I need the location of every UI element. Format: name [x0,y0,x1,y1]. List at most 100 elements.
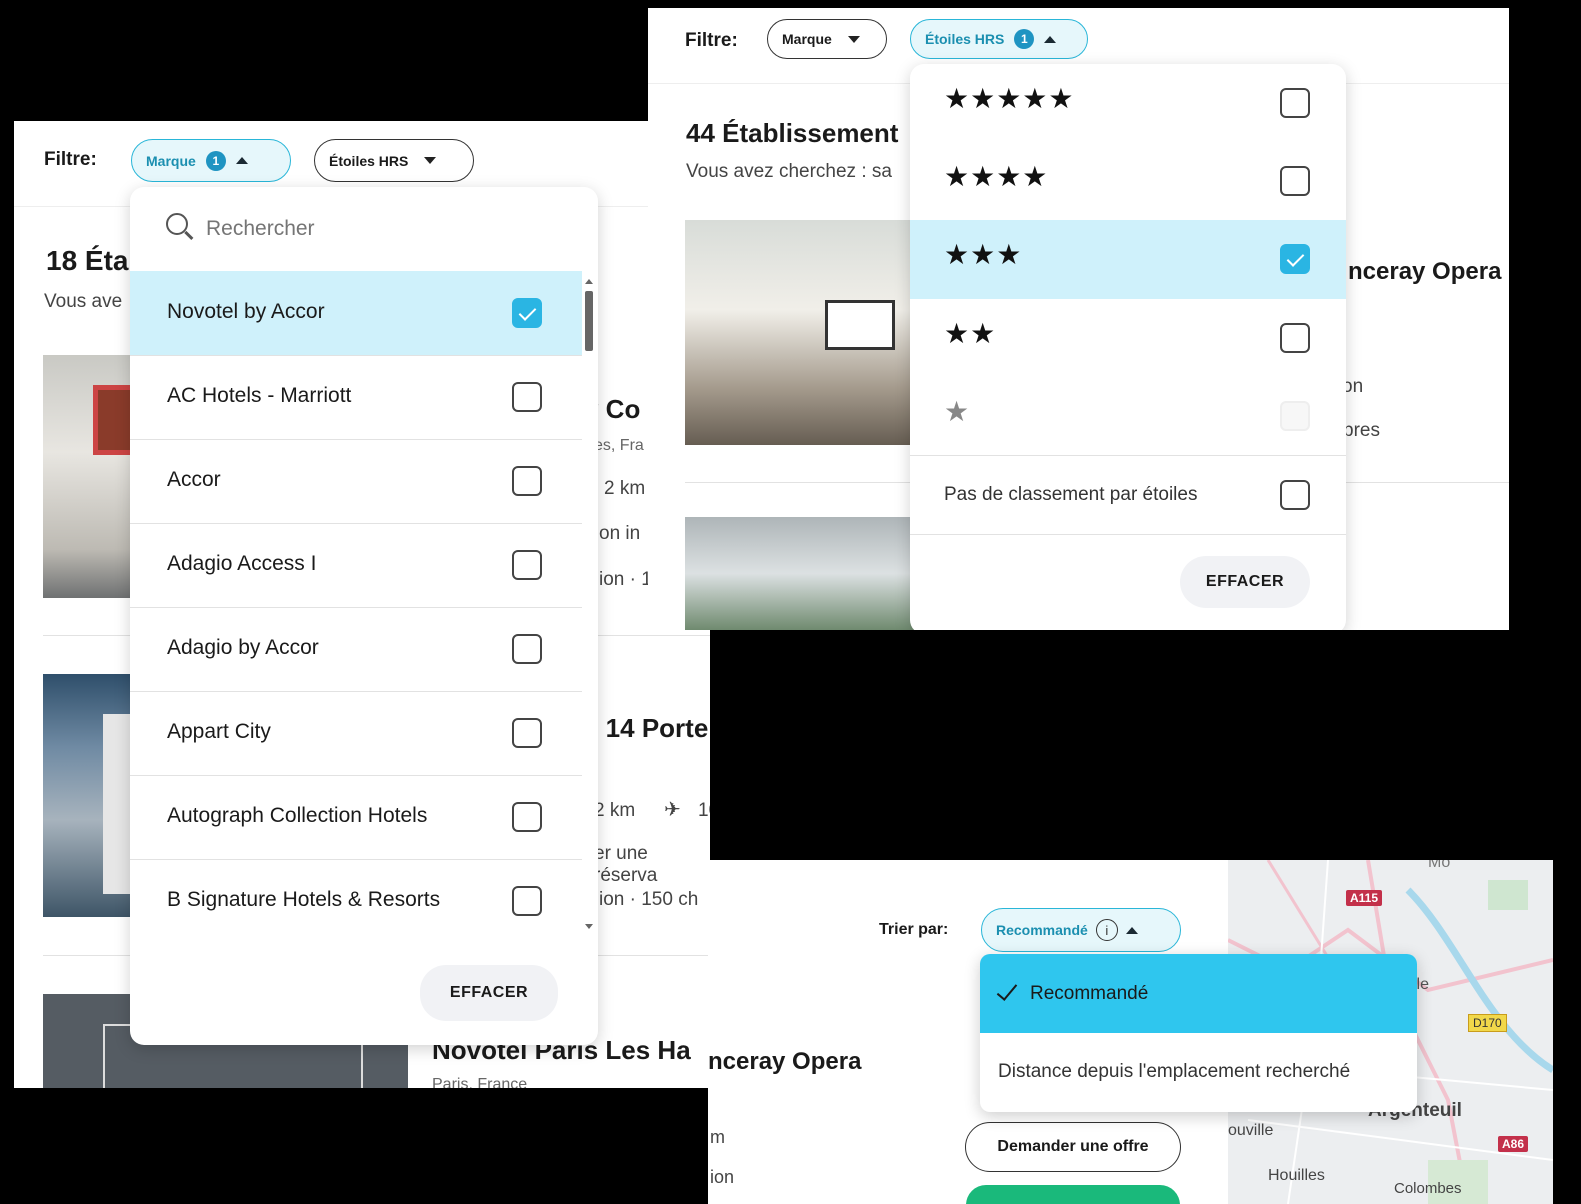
hotel-photo[interactable] [685,517,915,630]
map-label: Houilles [1268,1167,1325,1184]
brand-pill-label: Marque [782,31,832,47]
hotel-detail: pres [1343,420,1380,441]
green-action-button[interactable] [966,1185,1180,1204]
map-label: ouville [1228,1122,1274,1139]
brand-checkbox[interactable] [512,718,542,748]
brand-option-label: Autograph Collection Hotels [167,804,428,827]
info-icon[interactable]: i [1095,919,1118,941]
brand-option[interactable]: B Signature Hotels & Resorts [130,859,582,943]
hotel-location: es, Fra [594,437,644,454]
brand-pill-badge: 1 [205,150,226,171]
star-rating-icon: ★ [944,396,970,427]
dropdown-scrollbar[interactable] [584,279,594,929]
hotel-distance: 2 km [594,800,636,821]
brand-checkbox[interactable] [512,550,542,580]
brand-filter-pill[interactable]: Marque [767,19,887,59]
star-checkbox[interactable] [1280,166,1310,196]
hotel-info: er une réserva [594,843,658,886]
scroll-down-arrow[interactable] [585,924,593,929]
request-offer-button[interactable]: Demander une offre [965,1122,1181,1172]
airplane-icon: ✈ [664,799,681,821]
brand-option-label: Novotel by Accor [167,300,325,323]
star-checkbox[interactable] [1280,244,1310,274]
hotel-title[interactable]: s 14 Porte [584,713,708,744]
brand-option-label: Adagio Access I [167,552,317,575]
results-heading: 44 Établissement [686,118,899,148]
sort-label: Trier par: [879,921,949,938]
search-icon-handle [184,230,194,240]
clear-button[interactable]: EFFACER [1180,556,1310,608]
star-rating-icon: ★★ [944,318,997,349]
map-label: Colombes [1394,1180,1462,1197]
star-option: ★ [910,377,1346,455]
star-option[interactable]: ★★★★★ [910,64,1346,142]
road-label-a115: A115 [1346,890,1383,906]
brand-filter-pill[interactable]: Marque 1 [131,139,291,182]
option-divider [910,534,1346,535]
brand-option[interactable]: Appart City [130,691,582,775]
sort-pill-label: Recommandé [996,922,1088,938]
stars-filter-pill[interactable]: Étoiles HRS 1 [910,19,1088,59]
hotel-title[interactable]: nceray Opera [708,1048,861,1076]
sort-option[interactable]: Recommandé [980,954,1417,1033]
stars-pill-badge: 1 [1014,29,1035,49]
star-option[interactable]: ★★ [910,299,1346,377]
sort-option-label: Distance depuis l'emplacement recherché [998,1061,1351,1082]
brand-option[interactable]: Novotel by Accor [130,271,582,355]
star-checkbox[interactable] [1280,88,1310,118]
brand-option[interactable]: Adagio Access I [130,523,582,607]
brand-option[interactable]: AC Hotels - Marriott [130,355,582,439]
scroll-up-arrow[interactable] [585,279,593,284]
chevron-down-icon [847,35,860,43]
chevron-up-icon [235,157,248,164]
hotel-detail: m [710,1127,725,1147]
brand-checkbox[interactable] [512,802,542,832]
star-rating-icon: ★★★ [944,239,1023,270]
brand-option-label: AC Hotels - Marriott [167,384,352,407]
filter-label: Filtre: [44,149,97,170]
no-rating-checkbox[interactable] [1280,480,1310,510]
brand-search-input[interactable] [206,209,546,249]
stars-pill-label: Étoiles HRS [925,31,1005,47]
star-option[interactable]: ★★★ [910,220,1346,299]
hotel-title[interactable]: nceray Opera [1348,258,1501,286]
brand-option[interactable]: Adagio by Accor [130,607,582,691]
stars-pill-label: Étoiles HRS [329,152,409,169]
hotel-detail: ion [710,1167,735,1187]
sort-option-label: Recommandé [1030,983,1149,1004]
hotel-capacity: ion · 1 [599,569,652,590]
brand-option[interactable]: Autograph Collection Hotels [130,775,582,859]
hotel-airport-distance: 10,2 [698,800,710,821]
sort-option[interactable]: Distance depuis l'emplacement recherché [980,1033,1417,1112]
stars-dropdown: ★★★★★ ★★★★ ★★★ ★★ ★ Pas de classement pa… [910,64,1346,630]
checkmark-icon [996,979,1018,1001]
brand-checkbox[interactable] [512,466,542,496]
brand-checkbox[interactable] [512,634,542,664]
stars-filter-panel: Filtre: Marque Étoiles HRS 1 44 Établiss… [648,8,1509,630]
no-rating-option[interactable]: Pas de classement par étoiles [910,456,1346,534]
brand-dropdown: Novotel by Accor AC Hotels - Marriott Ac… [130,187,598,1045]
chevron-down-icon [424,157,437,164]
results-subtitle: Vous ave [44,291,123,312]
star-checkbox[interactable] [1280,323,1310,353]
scrollbar-thumb[interactable] [585,291,593,351]
hotel-info: on in [599,523,641,544]
sort-dropdown: Recommandé Distance depuis l'emplacement… [980,954,1417,1112]
results-subtitle: Vous avez cherchez : sa [686,161,892,182]
brand-option[interactable]: Accor [130,439,582,523]
stars-filter-pill[interactable]: Étoiles HRS [314,139,474,182]
brand-checkbox[interactable] [512,886,542,916]
brand-option-label: Appart City [167,720,271,743]
sort-pill[interactable]: Recommandé i [981,908,1181,952]
brand-list[interactable]: Novotel by Accor AC Hotels - Marriott Ac… [130,271,582,947]
hotel-photo[interactable] [685,220,915,445]
star-option[interactable]: ★★★★ [910,142,1346,220]
brand-option-label: Accor [167,468,221,491]
chevron-up-icon [1125,926,1138,934]
star-checkbox [1280,401,1310,431]
brand-checkbox[interactable] [512,382,542,412]
map-label: Mo [1428,860,1451,871]
brand-checkbox[interactable] [512,298,542,328]
brand-filter-panel: Filtre: Marque 1 Étoiles HRS 18 Éta Vous… [14,121,710,1088]
clear-button[interactable]: EFFACER [420,965,558,1021]
